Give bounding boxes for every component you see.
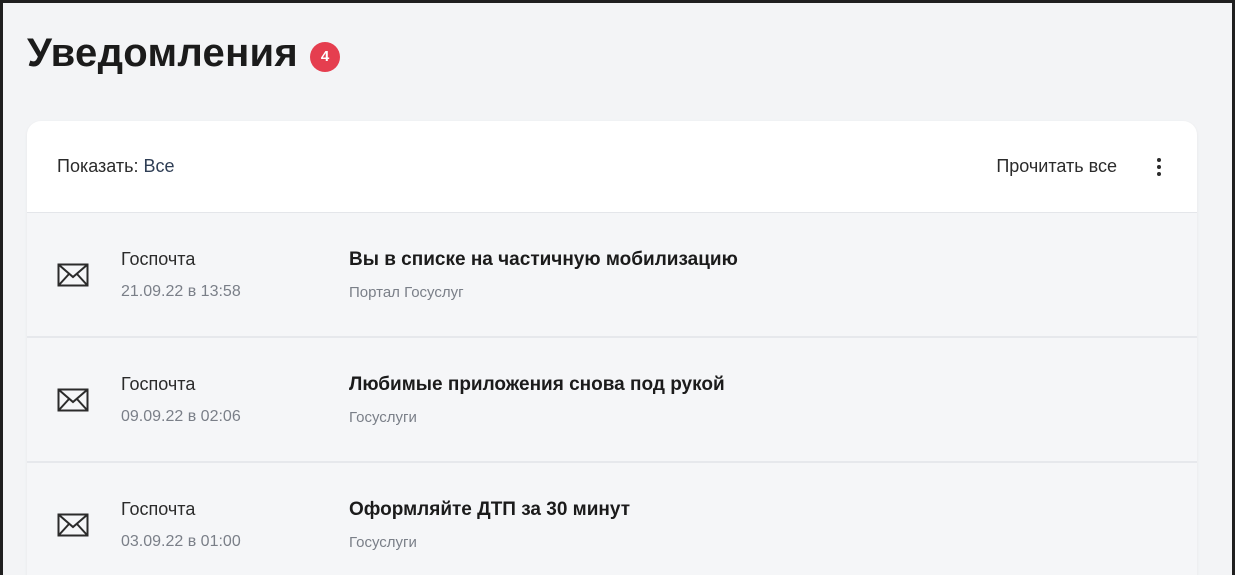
toolbar-actions: Прочитать все	[996, 155, 1167, 179]
more-options-icon[interactable]	[1151, 155, 1167, 179]
filter-value: Все	[143, 156, 175, 176]
page-header: Уведомления 4	[27, 31, 341, 76]
notifications-card: Показать: Все Прочитать все Госпочта 21.…	[27, 121, 1197, 575]
envelope-icon	[57, 388, 89, 411]
notification-sender: Госпочта	[121, 249, 196, 269]
notification-item[interactable]: Госпочта 03.09.22 в 01:00 Оформляйте ДТП…	[27, 463, 1197, 575]
unread-count-badge: 4	[310, 41, 341, 72]
notification-sender: Госпочта	[121, 374, 196, 394]
notification-sender: Госпочта	[121, 499, 196, 519]
notification-item[interactable]: Госпочта 21.09.22 в 13:58 Вы в списке на…	[27, 213, 1197, 338]
notification-source: Госуслуги	[349, 409, 417, 426]
notification-item[interactable]: Госпочта 09.09.22 в 02:06 Любимые прилож…	[27, 338, 1197, 463]
read-all-button[interactable]: Прочитать все	[996, 156, 1117, 177]
notification-source: Госуслуги	[349, 534, 417, 551]
notification-subject: Любимые приложения снова под рукой	[349, 374, 725, 395]
page-title: Уведомления	[27, 31, 299, 75]
notification-subject: Вы в списке на частичную мобилизацию	[349, 249, 738, 270]
notification-date: 09.09.22 в 02:06	[121, 408, 241, 425]
filter-dropdown[interactable]: Показать: Все	[57, 156, 175, 177]
notification-subject: Оформляйте ДТП за 30 минут	[349, 499, 631, 520]
filter-label: Показать:	[57, 156, 144, 176]
notifications-list: Госпочта 21.09.22 в 13:58 Вы в списке на…	[27, 213, 1197, 575]
envelope-icon	[57, 513, 89, 536]
notification-date: 03.09.22 в 01:00	[121, 533, 241, 550]
envelope-icon	[57, 263, 89, 286]
notifications-toolbar: Показать: Все Прочитать все	[27, 121, 1197, 213]
app-frame: Уведомления 4 Показать: Все Прочитать вс…	[3, 3, 1232, 575]
notification-source: Портал Госуслуг	[349, 284, 464, 301]
notification-date: 21.09.22 в 13:58	[121, 283, 241, 300]
